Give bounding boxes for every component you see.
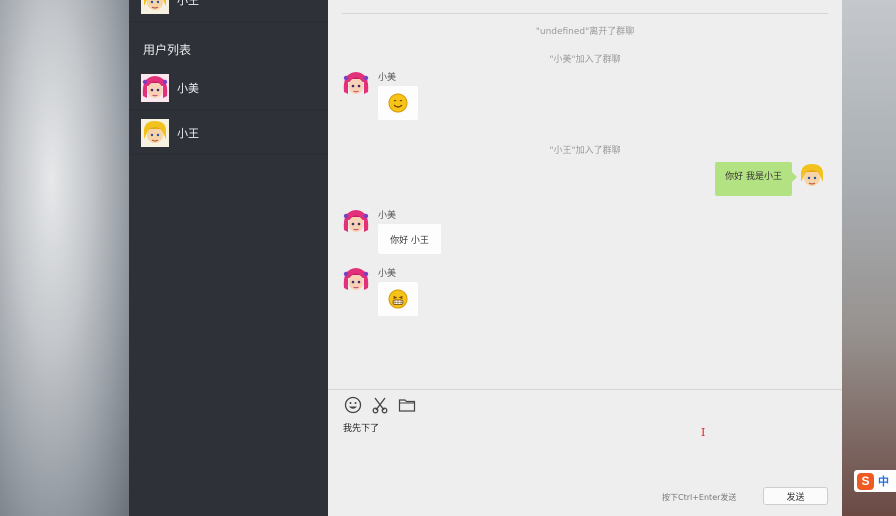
message-sender: 小美 — [378, 269, 397, 279]
user-list-title: 用户列表 — [143, 43, 192, 57]
pink-hair-avatar — [342, 208, 370, 236]
current-user-row[interactable]: 小王 — [129, 0, 328, 22]
sogou-logo-icon: S — [857, 472, 874, 490]
pink-hair-avatar — [141, 73, 169, 102]
scissors-icon[interactable] — [371, 396, 389, 414]
blonde-avatar — [798, 162, 826, 190]
divider — [342, 13, 828, 14]
system-message: "小王"加入了群聊 — [549, 146, 621, 156]
input-method-indicator[interactable]: S 中 — [854, 470, 896, 492]
message-sender: 小美 — [378, 73, 397, 83]
user-list-item[interactable]: 小美 — [129, 66, 328, 110]
blonde-avatar — [141, 118, 169, 147]
message-bubble: 你好 小王 — [378, 224, 441, 254]
message-sender: 小美 — [378, 211, 397, 221]
user-name: 小王 — [177, 126, 199, 140]
current-user-name: 小王 — [177, 0, 199, 7]
system-message: "undefined"离开了群聊 — [535, 27, 635, 37]
desktop-background-right — [842, 0, 896, 516]
system-message: "小美"加入了群聊 — [549, 55, 621, 65]
chat-message: 小美 — [342, 70, 462, 122]
pink-hair-avatar — [342, 70, 370, 98]
message-composer: 我先下了 I 按下Ctrl+Enter发送 发送 — [328, 389, 842, 516]
desktop-background-left — [0, 0, 129, 516]
ime-mode: 中 — [878, 475, 889, 488]
user-name: 小美 — [177, 81, 199, 95]
pink-hair-avatar — [342, 266, 370, 294]
smile-emoji — [388, 93, 408, 113]
message-bubble — [378, 86, 418, 120]
text-cursor-icon: I — [701, 426, 706, 439]
emoji-icon[interactable] — [344, 396, 362, 414]
folder-icon[interactable] — [398, 396, 416, 414]
user-list-item[interactable]: 小王 — [129, 111, 328, 155]
chat-message: 小美 你好 小王 — [342, 208, 482, 256]
blonde-avatar — [141, 0, 169, 14]
user-sidebar: 小王 用户列表 小美 小王 — [129, 0, 328, 516]
send-shortcut-hint: 按下Ctrl+Enter发送 — [662, 493, 737, 502]
send-button[interactable]: 发送 — [763, 487, 828, 505]
message-bubble-self: 你好 我是小王 — [715, 162, 797, 196]
chat-message: 小美 — [342, 266, 462, 318]
grin-emoji — [388, 289, 408, 309]
message-bubble — [378, 282, 418, 316]
message-input[interactable]: 我先下了 — [343, 421, 379, 434]
chat-panel: "undefined"离开了群聊 "小美"加入了群聊 小美 "小王"加入了群聊 … — [328, 0, 842, 516]
